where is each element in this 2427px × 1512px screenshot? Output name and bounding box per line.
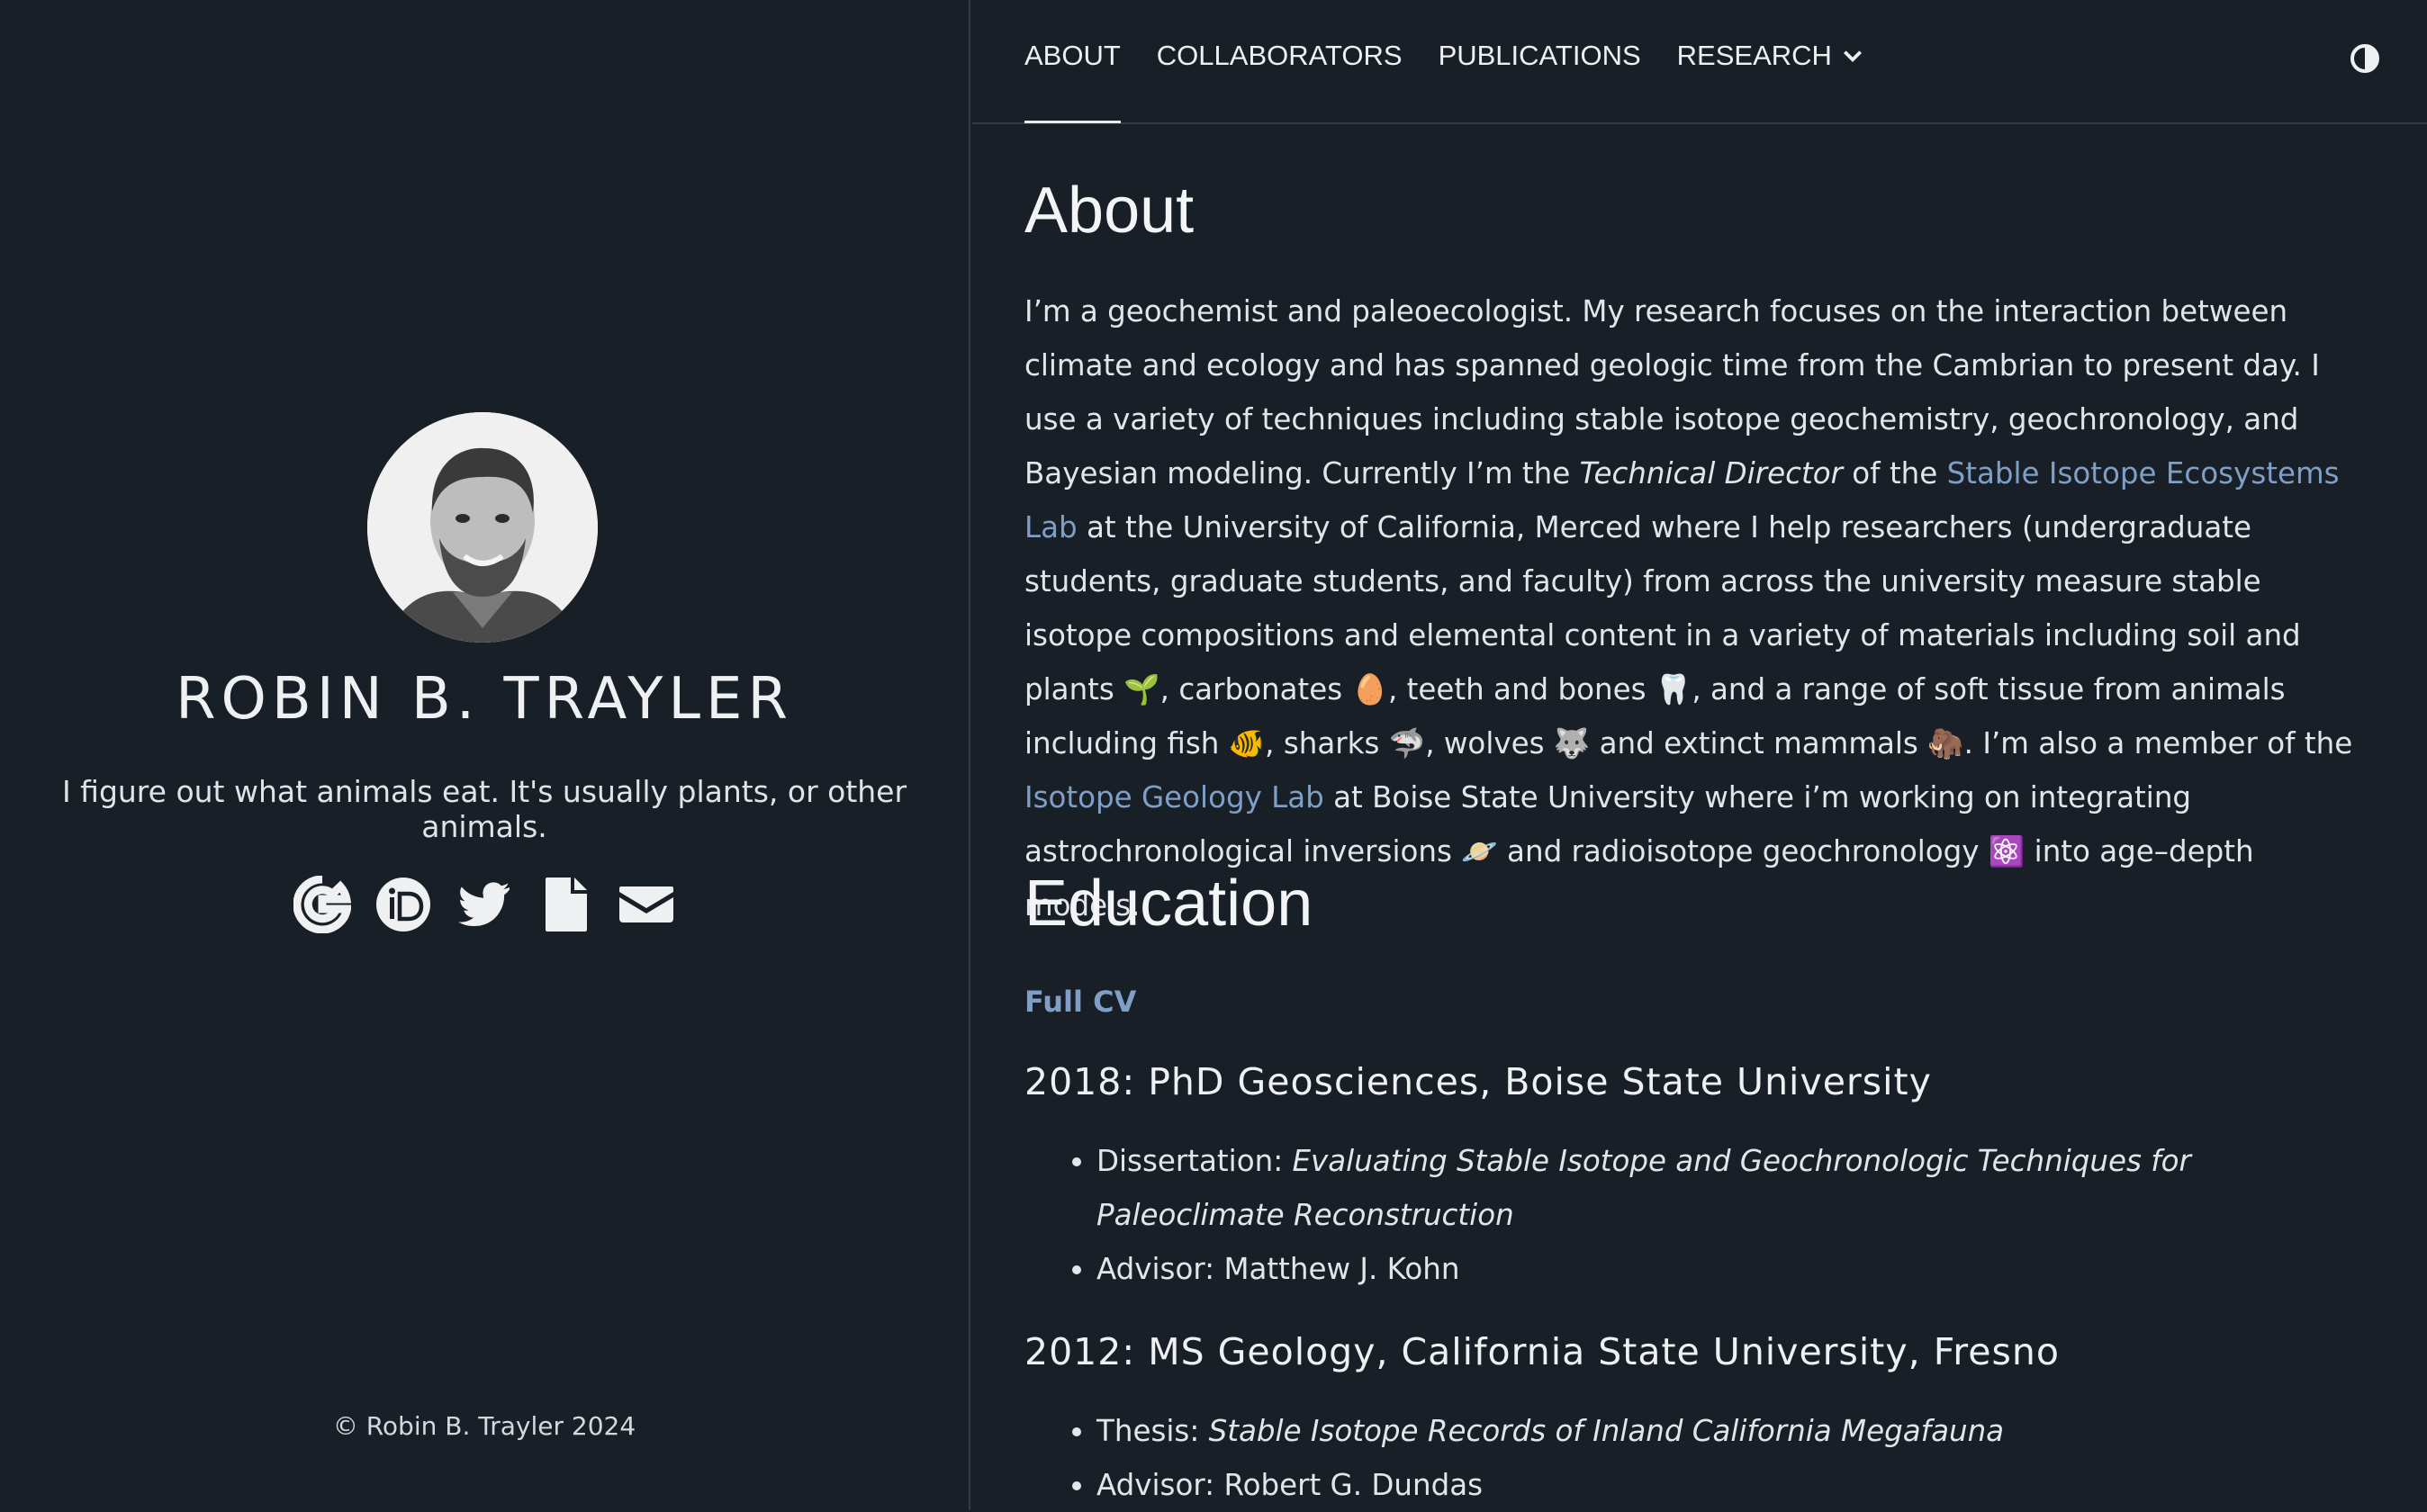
detail-label: Thesis: — [1096, 1414, 1209, 1448]
profile-photo — [367, 412, 598, 643]
nav-about[interactable]: ABOUT — [1024, 40, 1121, 123]
nav-items: ABOUT COLLABORATORS PUBLICATIONS RESEARC… — [1024, 40, 1864, 123]
about-text-7: , sharks — [1265, 726, 1389, 760]
about-heading: About — [1024, 175, 1195, 247]
list-item: Advisor: Robert G. Dundas — [1096, 1458, 2375, 1512]
sidebar: ROBIN B. TRAYLER I figure out what anima… — [0, 0, 970, 1510]
nav-research-label: RESEARCH — [1676, 40, 1832, 71]
detail-label: Dissertation: — [1096, 1144, 1293, 1178]
degree-details: Thesis: Stable Isotope Records of Inland… — [1024, 1404, 2375, 1512]
contrast-icon[interactable] — [2350, 43, 2380, 74]
education-heading: Education — [1024, 868, 1313, 940]
envelope-icon[interactable] — [617, 875, 676, 934]
avatar — [367, 412, 598, 643]
twitter-icon[interactable] — [455, 875, 514, 934]
file-icon[interactable] — [536, 875, 595, 934]
about-text-12: and radioisotope geochronology — [1497, 834, 1989, 868]
social-links — [0, 875, 969, 934]
detail-value: Matthew J. Kohn — [1223, 1252, 1460, 1286]
about-text-10: . I’m also a member of the — [1963, 726, 2353, 760]
wolf-icon: 🐺 — [1553, 726, 1591, 760]
full-cv-link[interactable]: Full CV — [1024, 985, 1136, 1019]
tooth-icon: 🦷 — [1655, 672, 1692, 706]
about-text-5: , teeth and bones — [1387, 672, 1656, 706]
about-text-2: of the — [1842, 456, 1947, 490]
top-nav: ABOUT COLLABORATORS PUBLICATIONS RESEARC… — [972, 0, 2427, 124]
planet-icon: 🪐 — [1461, 834, 1498, 868]
nav-collaborators[interactable]: COLLABORATORS — [1157, 40, 1403, 72]
about-paragraph: I’m a geochemist and paleoecologist. My … — [1024, 284, 2366, 932]
shark-icon: 🦈 — [1388, 726, 1426, 760]
degree-title: 2018: PhD Geosciences, Boise State Unive… — [1024, 1060, 1932, 1103]
about-text-8: , wolves — [1425, 726, 1554, 760]
seedling-icon: 🌱 — [1123, 672, 1160, 706]
detail-label: Advisor: — [1096, 1468, 1224, 1502]
detail-value: Robert G. Dundas — [1223, 1468, 1484, 1502]
author-tagline: I figure out what animals eat. It's usua… — [61, 774, 907, 844]
chevron-down-icon — [1843, 50, 1862, 63]
about-text-9: and extinct mammals — [1590, 726, 1928, 760]
egg-icon: 🥚 — [1351, 672, 1388, 706]
atom-icon: ⚛️ — [1988, 834, 2026, 868]
fish-icon: 🐠 — [1228, 726, 1266, 760]
nav-research[interactable]: RESEARCH — [1677, 40, 1864, 72]
list-item: Advisor: Matthew J. Kohn — [1096, 1242, 2375, 1296]
author-name: ROBIN B. TRAYLER — [176, 666, 793, 733]
about-text-4: , carbonates — [1159, 672, 1352, 706]
detail-value: Stable Isotope Records of Inland Califor… — [1208, 1414, 2005, 1448]
nav-publications[interactable]: PUBLICATIONS — [1439, 40, 1641, 72]
orcid-icon[interactable] — [374, 875, 433, 934]
mammoth-icon: 🦣 — [1927, 726, 1964, 760]
detail-label: Advisor: — [1096, 1252, 1224, 1286]
isotope-geology-lab-link[interactable]: Isotope Geology Lab — [1024, 780, 1324, 814]
list-item: Dissertation: Evaluating Stable Isotope … — [1096, 1134, 2375, 1242]
role-title: Technical Director — [1579, 456, 1843, 490]
degree-title: 2012: MS Geology, California State Unive… — [1024, 1330, 2060, 1373]
list-item: Thesis: Stable Isotope Records of Inland… — [1096, 1404, 2375, 1458]
google-scholar-icon[interactable] — [293, 875, 352, 934]
degree-details: Dissertation: Evaluating Stable Isotope … — [1024, 1134, 2375, 1296]
copyright: © Robin B. Trayler 2024 — [332, 1411, 636, 1441]
